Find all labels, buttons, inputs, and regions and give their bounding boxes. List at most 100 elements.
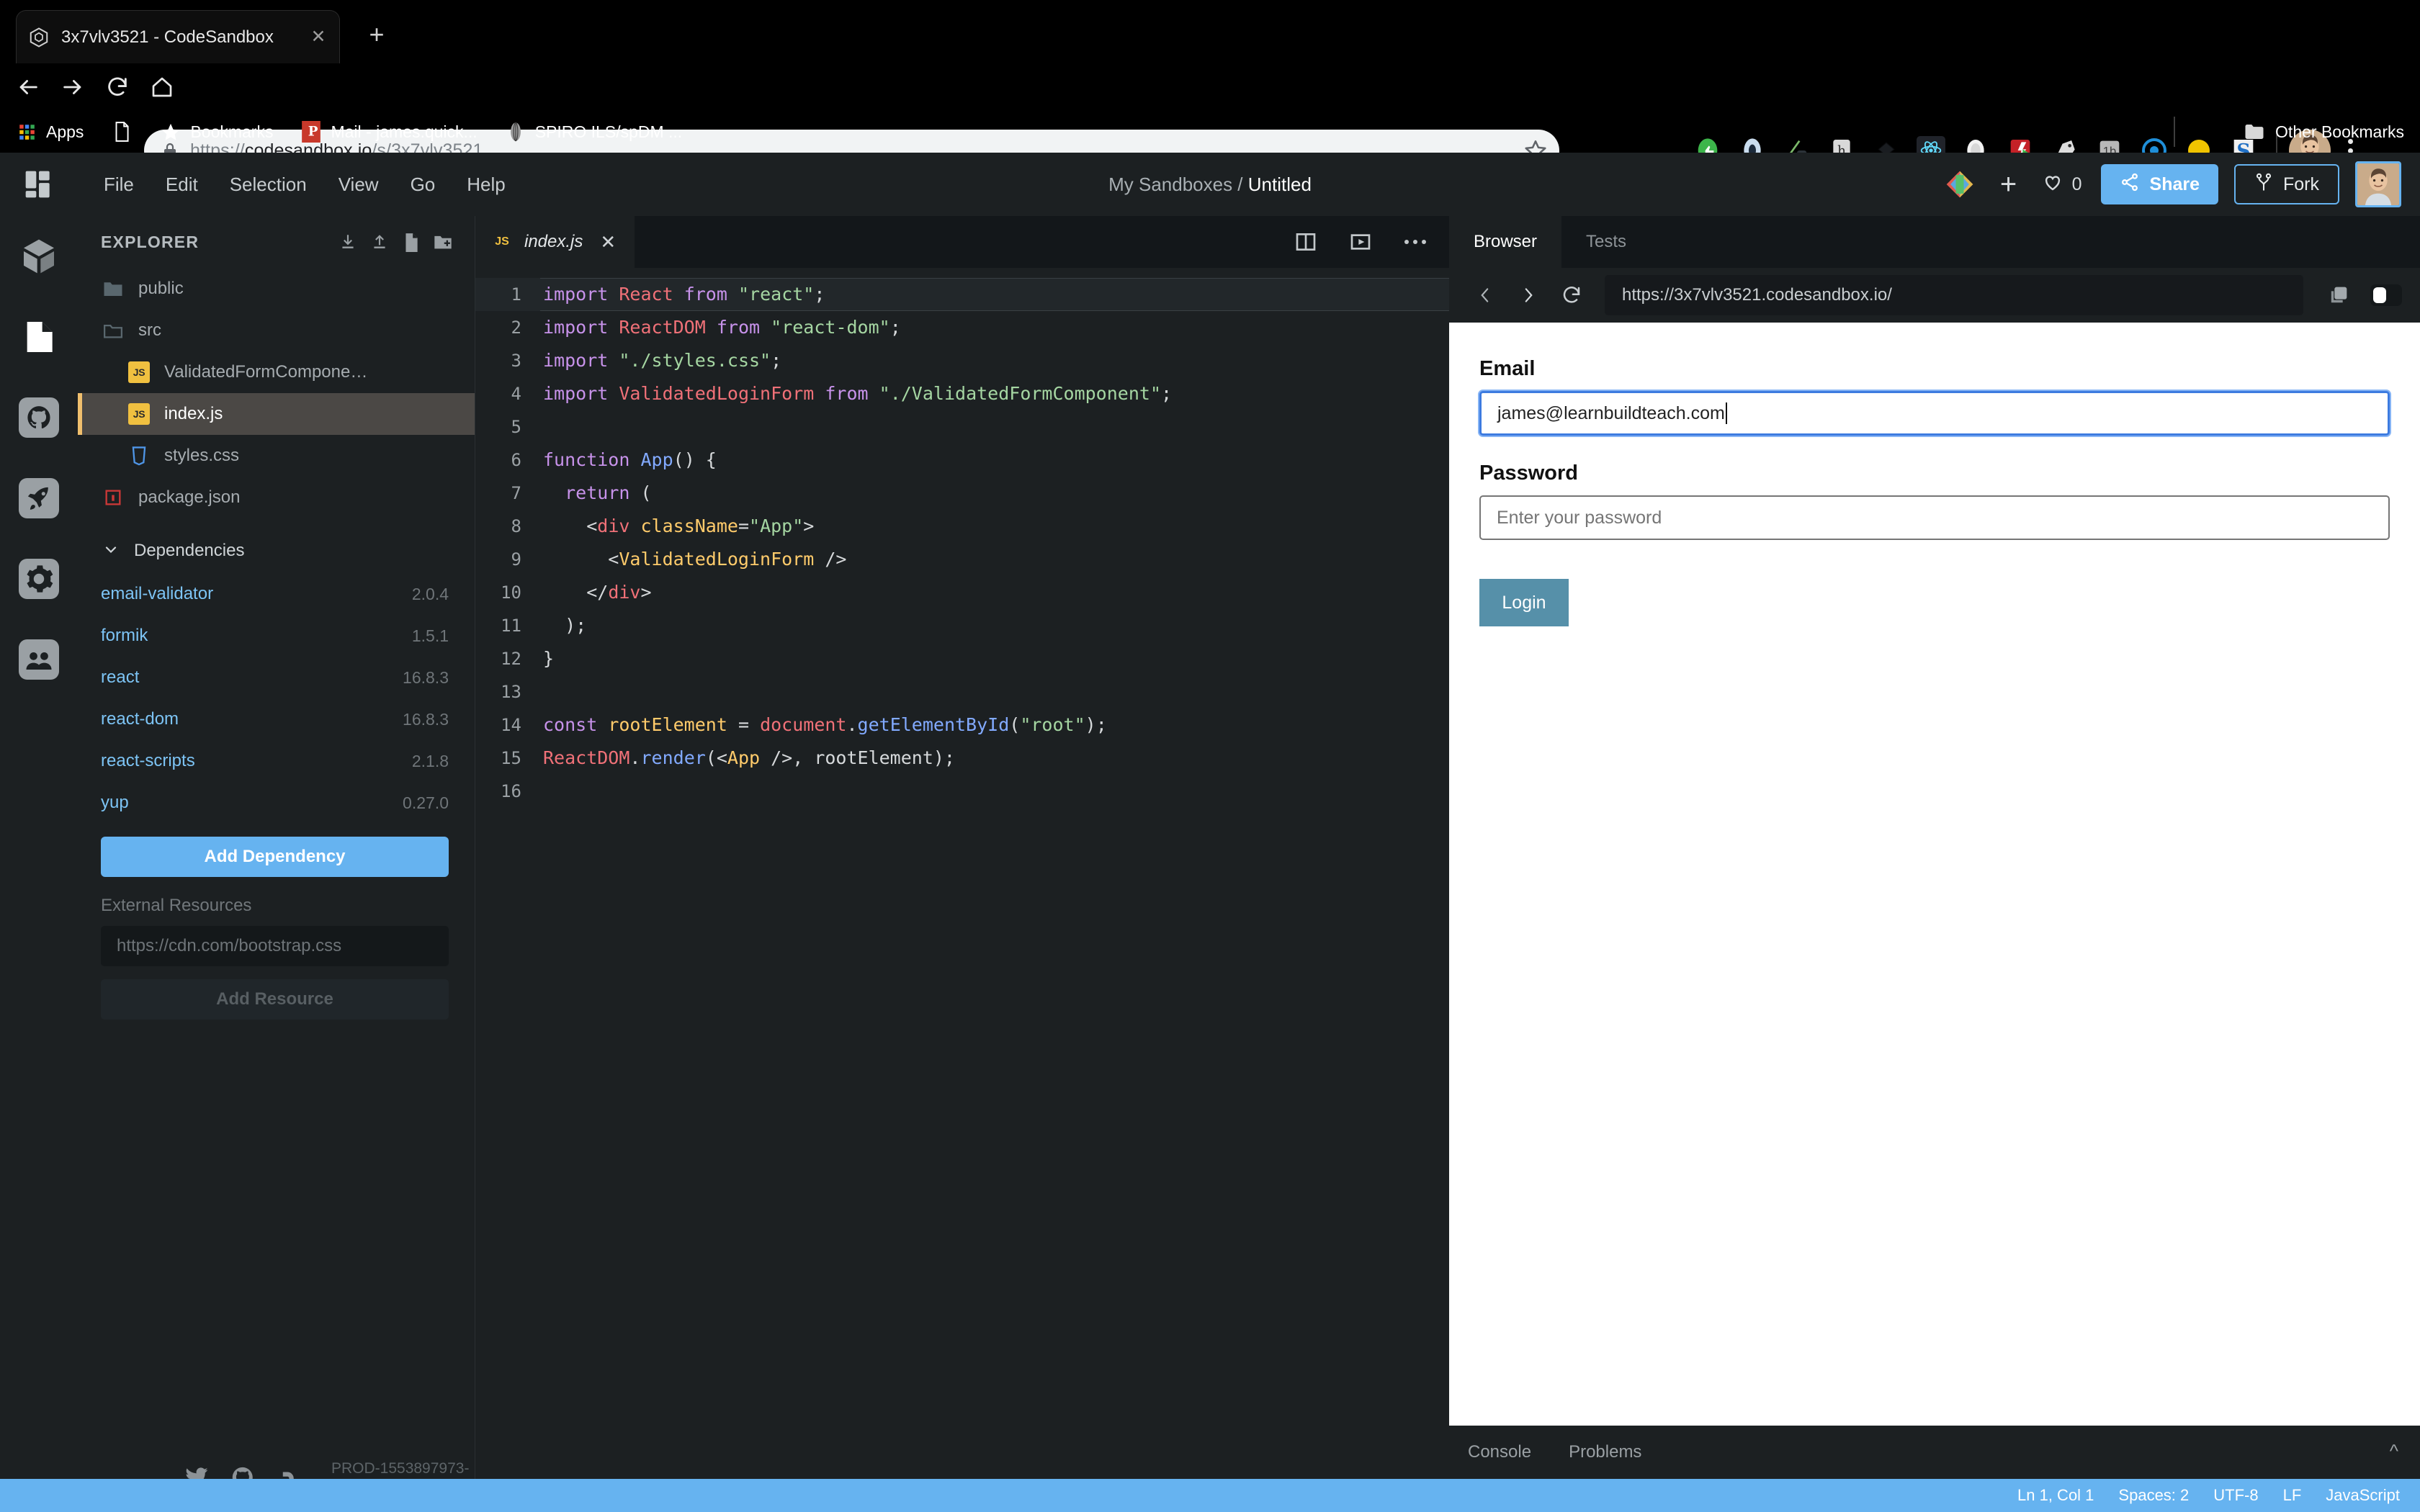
- file-row[interactable]: public: [78, 268, 475, 310]
- likes-counter[interactable]: 0: [2042, 171, 2082, 198]
- password-field[interactable]: Enter your password: [1479, 495, 2390, 540]
- sandbox-cube-icon[interactable]: [0, 216, 78, 297]
- file-row[interactable]: styles.css: [78, 435, 475, 477]
- dependency-row[interactable]: react-scripts 2.1.8: [78, 740, 475, 782]
- share-icon: [2120, 172, 2140, 197]
- dependency-name: react: [101, 667, 140, 687]
- menu-help[interactable]: Help: [451, 153, 521, 216]
- dependency-version: 1.5.1: [411, 626, 449, 645]
- bookmark-spiro[interactable]: SPIRO ILS/spDM ...: [505, 121, 683, 143]
- email-field[interactable]: james@learnbuildteach.com: [1479, 391, 2390, 436]
- dependencies-header[interactable]: Dependencies: [78, 528, 475, 573]
- menu-selection[interactable]: Selection: [214, 153, 323, 216]
- user-avatar[interactable]: [2355, 161, 2401, 207]
- browser-tab[interactable]: 3x7vlv3521 - CodeSandbox ✕: [16, 10, 340, 63]
- javascript-file-icon: JS: [127, 402, 151, 426]
- line-number: 15: [501, 748, 521, 768]
- upload-icon[interactable]: [364, 226, 395, 258]
- close-icon[interactable]: ✕: [309, 28, 328, 46]
- line-number: 4: [511, 384, 521, 404]
- forward-icon[interactable]: [56, 71, 89, 104]
- add-dependency-button[interactable]: Add Dependency: [101, 837, 449, 877]
- fork-button[interactable]: Fork: [2234, 164, 2339, 204]
- status-cursor-position[interactable]: Ln 1, Col 1: [2017, 1486, 2094, 1505]
- file-row[interactable]: JS index.js: [78, 393, 475, 435]
- status-language-mode[interactable]: JavaScript: [2326, 1486, 2400, 1505]
- responsive-toggle-icon[interactable]: [2367, 276, 2406, 315]
- preview-url[interactable]: https://3x7vlv3521.codesandbox.io/: [1605, 275, 2303, 315]
- back-icon[interactable]: [12, 71, 45, 104]
- reload-icon[interactable]: [1554, 278, 1589, 312]
- json-file-icon: [101, 485, 125, 510]
- close-icon[interactable]: ✕: [600, 231, 616, 253]
- share-button[interactable]: Share: [2100, 164, 2218, 204]
- code-line-text: import ValidatedLoginForm from "./Valida…: [543, 383, 1173, 404]
- status-encoding[interactable]: UTF-8: [2213, 1486, 2258, 1505]
- dependency-row[interactable]: yup 0.27.0: [78, 782, 475, 824]
- codesandbox-logo[interactable]: [23, 168, 55, 200]
- line-number: 6: [511, 450, 521, 470]
- explorer-header: EXPLORER: [78, 216, 475, 268]
- chevron-left-icon[interactable]: [1468, 278, 1502, 312]
- dependency-row[interactable]: formik 1.5.1: [78, 615, 475, 657]
- dependency-name: react-scripts: [101, 751, 195, 770]
- tab-problems[interactable]: Problems: [1550, 1442, 1660, 1462]
- tab-console[interactable]: Console: [1449, 1442, 1550, 1462]
- bookmark-bookmarks[interactable]: Bookmarks: [160, 121, 273, 143]
- open-in-new-window-icon[interactable]: [2319, 276, 2358, 315]
- tab-browser[interactable]: Browser: [1449, 216, 1562, 268]
- new-tab-button[interactable]: +: [360, 19, 393, 52]
- external-resource-input[interactable]: https://cdn.com/bootstrap.css: [101, 926, 449, 966]
- reload-icon[interactable]: [101, 71, 134, 104]
- dependency-row[interactable]: react 16.8.3: [78, 657, 475, 698]
- menu-file[interactable]: File: [88, 153, 150, 216]
- deploy-rocket-icon[interactable]: [0, 458, 78, 539]
- files-icon[interactable]: [0, 297, 78, 377]
- star-icon: [160, 121, 182, 143]
- menu-edit[interactable]: Edit: [150, 153, 214, 216]
- new-sandbox-button[interactable]: +: [1991, 170, 2026, 199]
- status-indentation[interactable]: Spaces: 2: [2118, 1486, 2189, 1505]
- login-button[interactable]: Login: [1479, 579, 1569, 626]
- menu-go[interactable]: Go: [395, 153, 452, 216]
- code-line: 1 import React from "react";: [475, 278, 1449, 311]
- code-content[interactable]: 1 import React from "react"; 2 import React…: [475, 268, 1449, 1512]
- dependency-name: formik: [101, 626, 148, 645]
- file-row[interactable]: package.json: [78, 477, 475, 518]
- dependency-row[interactable]: email-validator 2.0.4: [78, 573, 475, 615]
- dependency-row[interactable]: react-dom 16.8.3: [78, 698, 475, 740]
- bookmark-label: SPIRO ILS/spDM ...: [534, 122, 683, 141]
- file-row[interactable]: src: [78, 310, 475, 351]
- status-line-ending[interactable]: LF: [2283, 1486, 2302, 1505]
- chevron-up-icon[interactable]: ^: [2390, 1440, 2398, 1462]
- browser-chrome: 3x7vlv3521 - CodeSandbox ✕ + https://cod…: [0, 0, 2420, 171]
- download-icon[interactable]: [332, 226, 364, 258]
- split-pane-icon[interactable]: [1291, 227, 1321, 257]
- live-people-icon[interactable]: [0, 619, 78, 700]
- form-spacer: [1479, 436, 2390, 462]
- open-preview-icon[interactable]: [1345, 227, 1376, 257]
- preview-pane: Browser Tests https://3x7vlv3521.codesan…: [1449, 216, 2420, 1512]
- new-folder-icon[interactable]: [427, 226, 459, 258]
- settings-gear-icon[interactable]: [0, 539, 78, 619]
- bookmark-mail[interactable]: P Mail - james.quick...: [300, 121, 478, 143]
- bookmark-doc[interactable]: [111, 121, 133, 143]
- more-options-icon[interactable]: [1400, 227, 1430, 257]
- file-row[interactable]: JS ValidatedFormCompone…: [78, 351, 475, 393]
- powerpoint-icon: P: [300, 121, 322, 143]
- prettier-icon[interactable]: [1944, 168, 1976, 200]
- breadcrumb-parent: My Sandboxes /: [1108, 174, 1248, 195]
- bookmark-label: Apps: [46, 122, 84, 141]
- other-bookmarks-button[interactable]: Other Bookmarks: [2244, 111, 2404, 153]
- add-resource-button[interactable]: Add Resource: [101, 979, 449, 1020]
- tab-tests[interactable]: Tests: [1561, 216, 1651, 268]
- editor-tab-index-js[interactable]: JS index.js ✕: [475, 216, 635, 268]
- app-header: File Edit Selection View Go Help My Sand…: [0, 153, 2420, 216]
- new-file-icon[interactable]: [395, 226, 427, 258]
- github-icon[interactable]: [0, 377, 78, 458]
- likes-count: 0: [2071, 174, 2082, 194]
- chevron-right-icon[interactable]: [1511, 278, 1546, 312]
- menu-view[interactable]: View: [323, 153, 395, 216]
- home-icon[interactable]: [145, 71, 179, 104]
- bookmark-apps[interactable]: Apps: [16, 121, 84, 143]
